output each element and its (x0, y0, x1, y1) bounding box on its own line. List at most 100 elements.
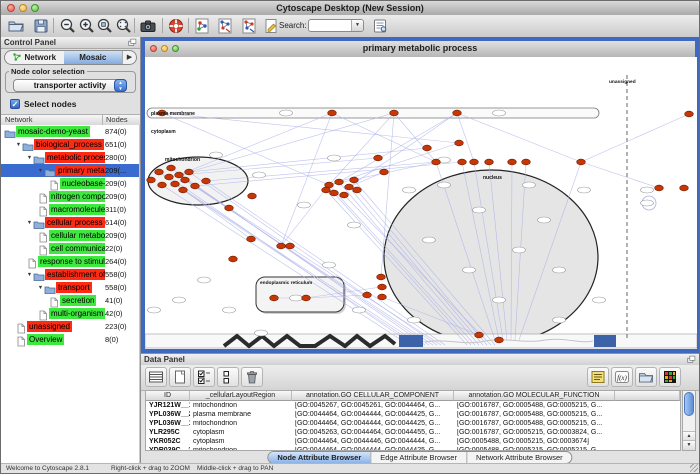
tab-mosaic[interactable]: Mosaic (64, 51, 123, 64)
gene-node[interactable] (655, 185, 664, 191)
tree-row-unassigned[interactable]: unassigned223(0) (1, 320, 139, 333)
table-row-yjr121w__1[interactable]: YJR121W__1mitochondrion[GO:0045267, GO:0… (146, 401, 680, 410)
gene-node[interactable] (330, 190, 339, 196)
tree-row-biological-process[interactable]: ▼biological_process651(0) (1, 138, 139, 151)
annotation-node[interactable] (290, 295, 303, 301)
gene-node[interactable] (225, 205, 234, 211)
tree-row-metabolic-process[interactable]: ▼metabolic process280(0) (1, 151, 139, 164)
resize-grip[interactable] (690, 464, 698, 472)
minimize-view-icon[interactable] (161, 45, 168, 52)
zoom-out-button[interactable] (59, 17, 77, 35)
gene-node[interactable] (495, 337, 504, 343)
gene-node[interactable] (485, 159, 494, 165)
snapshot-camera-button[interactable] (139, 17, 157, 35)
table-row-ypl036w__1[interactable]: YPL036W__1mitochondrion[GO:0044464, GO:0… (146, 419, 680, 428)
gene-node[interactable] (202, 178, 211, 184)
gene-node[interactable] (335, 179, 344, 185)
function-builder-button[interactable]: f(x) (611, 367, 633, 387)
annotation-node[interactable] (641, 200, 654, 206)
scroll-down-icon[interactable]: ▼ (683, 440, 695, 450)
zoom-view-icon[interactable] (172, 45, 179, 52)
network-canvas[interactable]: plasma membranecytoplasmmitochondrionnuc… (145, 57, 697, 349)
tree-row-primary-metab[interactable]: ▼primary metab209(... (1, 164, 139, 177)
gene-node[interactable] (247, 236, 256, 242)
annotation-node[interactable] (538, 217, 551, 223)
network-view-a-button[interactable] (193, 17, 211, 35)
save-session-button[interactable] (32, 17, 50, 35)
annotation-node[interactable] (148, 307, 161, 313)
tree-row-nucleobase-[interactable]: nucleobase-209(0) (1, 177, 139, 190)
table-scrollbar[interactable]: ▲ ▼ (682, 390, 696, 451)
expand-arrow-icon[interactable]: ▼ (26, 220, 33, 226)
gene-node[interactable] (155, 169, 164, 175)
attribute-list-button[interactable] (587, 367, 609, 387)
annotation-node[interactable] (408, 317, 421, 323)
gene-node[interactable] (353, 187, 362, 193)
tab-node-attribute-browser[interactable]: Node Attribute Browser (268, 452, 371, 463)
gene-node[interactable] (458, 159, 467, 165)
select-all-attributes-button[interactable] (193, 367, 215, 387)
annotation-node[interactable] (210, 152, 223, 158)
expand-arrow-icon[interactable]: ▼ (37, 285, 44, 291)
delete-attribute-button[interactable] (241, 367, 263, 387)
create-attribute-button[interactable] (169, 367, 191, 387)
gene-node[interactable] (470, 159, 479, 165)
tree-row-transport[interactable]: ▼transport558(0) (1, 281, 139, 294)
annotation-node[interactable] (438, 182, 451, 188)
tab-network-attribute-browser[interactable]: Network Attribute Browser (467, 452, 572, 463)
gene-node[interactable] (185, 169, 194, 175)
tree-row-cell-communicat[interactable]: cell communicat22(0) (1, 242, 139, 255)
gene-node[interactable] (378, 284, 387, 290)
gene-node[interactable] (432, 159, 441, 165)
scrollbar-thumb[interactable] (684, 392, 694, 416)
annotation-node[interactable] (423, 237, 436, 243)
annotation-node[interactable] (348, 222, 361, 228)
tree-row-secretion[interactable]: secretion41(0) (1, 294, 139, 307)
gene-node[interactable] (191, 183, 200, 189)
annotation-node[interactable] (553, 317, 566, 323)
more-tabs-button[interactable]: ▶ (122, 51, 136, 64)
tab-edge-attribute-browser[interactable]: Edge Attribute Browser (371, 452, 467, 463)
tree-row-macromolecule[interactable]: macromolecule311(0) (1, 203, 139, 216)
column-header[interactable]: annotation.GO CELLULAR_COMPONENT (292, 391, 454, 401)
gene-node[interactable] (508, 159, 517, 165)
window-titlebar[interactable]: Cytoscape Desktop (New Session) (1, 1, 699, 16)
select-nodes-checkbox[interactable]: ✓ (10, 99, 20, 109)
annotation-node[interactable] (323, 262, 336, 268)
tree-row-establishment-of-lo[interactable]: ▼establishment of lo558(0) (1, 268, 139, 281)
gene-node[interactable] (685, 111, 694, 117)
annotation-node[interactable] (328, 155, 341, 161)
tree-col-nodes[interactable]: Nodes (106, 115, 128, 125)
table-row-ypl036w__2[interactable]: YPL036W__2plasma membrane[GO:0044464, GO… (146, 410, 680, 419)
expand-arrow-icon[interactable]: ▼ (26, 272, 33, 278)
annotation-node[interactable] (353, 307, 366, 313)
open-session-button[interactable] (7, 17, 25, 35)
gene-node[interactable] (171, 181, 180, 187)
annotation-node[interactable] (523, 182, 536, 188)
annotation-node[interactable] (173, 297, 186, 303)
annotation-node[interactable] (253, 172, 266, 178)
annotation-node[interactable] (578, 187, 591, 193)
close-view-icon[interactable] (150, 45, 157, 52)
gene-node[interactable] (340, 192, 349, 198)
annotation-node[interactable] (493, 110, 506, 116)
annotation-node[interactable] (223, 307, 236, 313)
column-header[interactable]: annotation.GO MOLECULAR_FUNCTION (454, 391, 615, 401)
zoom-fit-button[interactable] (115, 17, 133, 35)
annotation-node[interactable] (553, 267, 566, 273)
gene-node[interactable] (374, 155, 383, 161)
tree-row-overview[interactable]: Overview8(0) (1, 333, 139, 346)
annotation-node[interactable] (473, 207, 486, 213)
expand-arrow-icon[interactable]: ▼ (26, 155, 33, 161)
table-row-ylr295c[interactable]: YLR295Ccytoplasm[GO:0045263, GO:0044464,… (146, 428, 680, 437)
gene-node[interactable] (423, 145, 432, 151)
column-header[interactable]: _cellularLayoutRegion (190, 391, 292, 401)
column-header[interactable]: ID (146, 391, 190, 401)
annotation-node[interactable] (641, 187, 654, 193)
expand-arrow-icon[interactable]: ▼ (15, 142, 22, 148)
gene-node[interactable] (378, 294, 387, 300)
tree-row-multi-organism-pro[interactable]: multi-organism pro42(0) (1, 307, 139, 320)
gene-node[interactable] (522, 159, 531, 165)
gene-node[interactable] (453, 110, 462, 116)
gene-node[interactable] (455, 140, 464, 146)
